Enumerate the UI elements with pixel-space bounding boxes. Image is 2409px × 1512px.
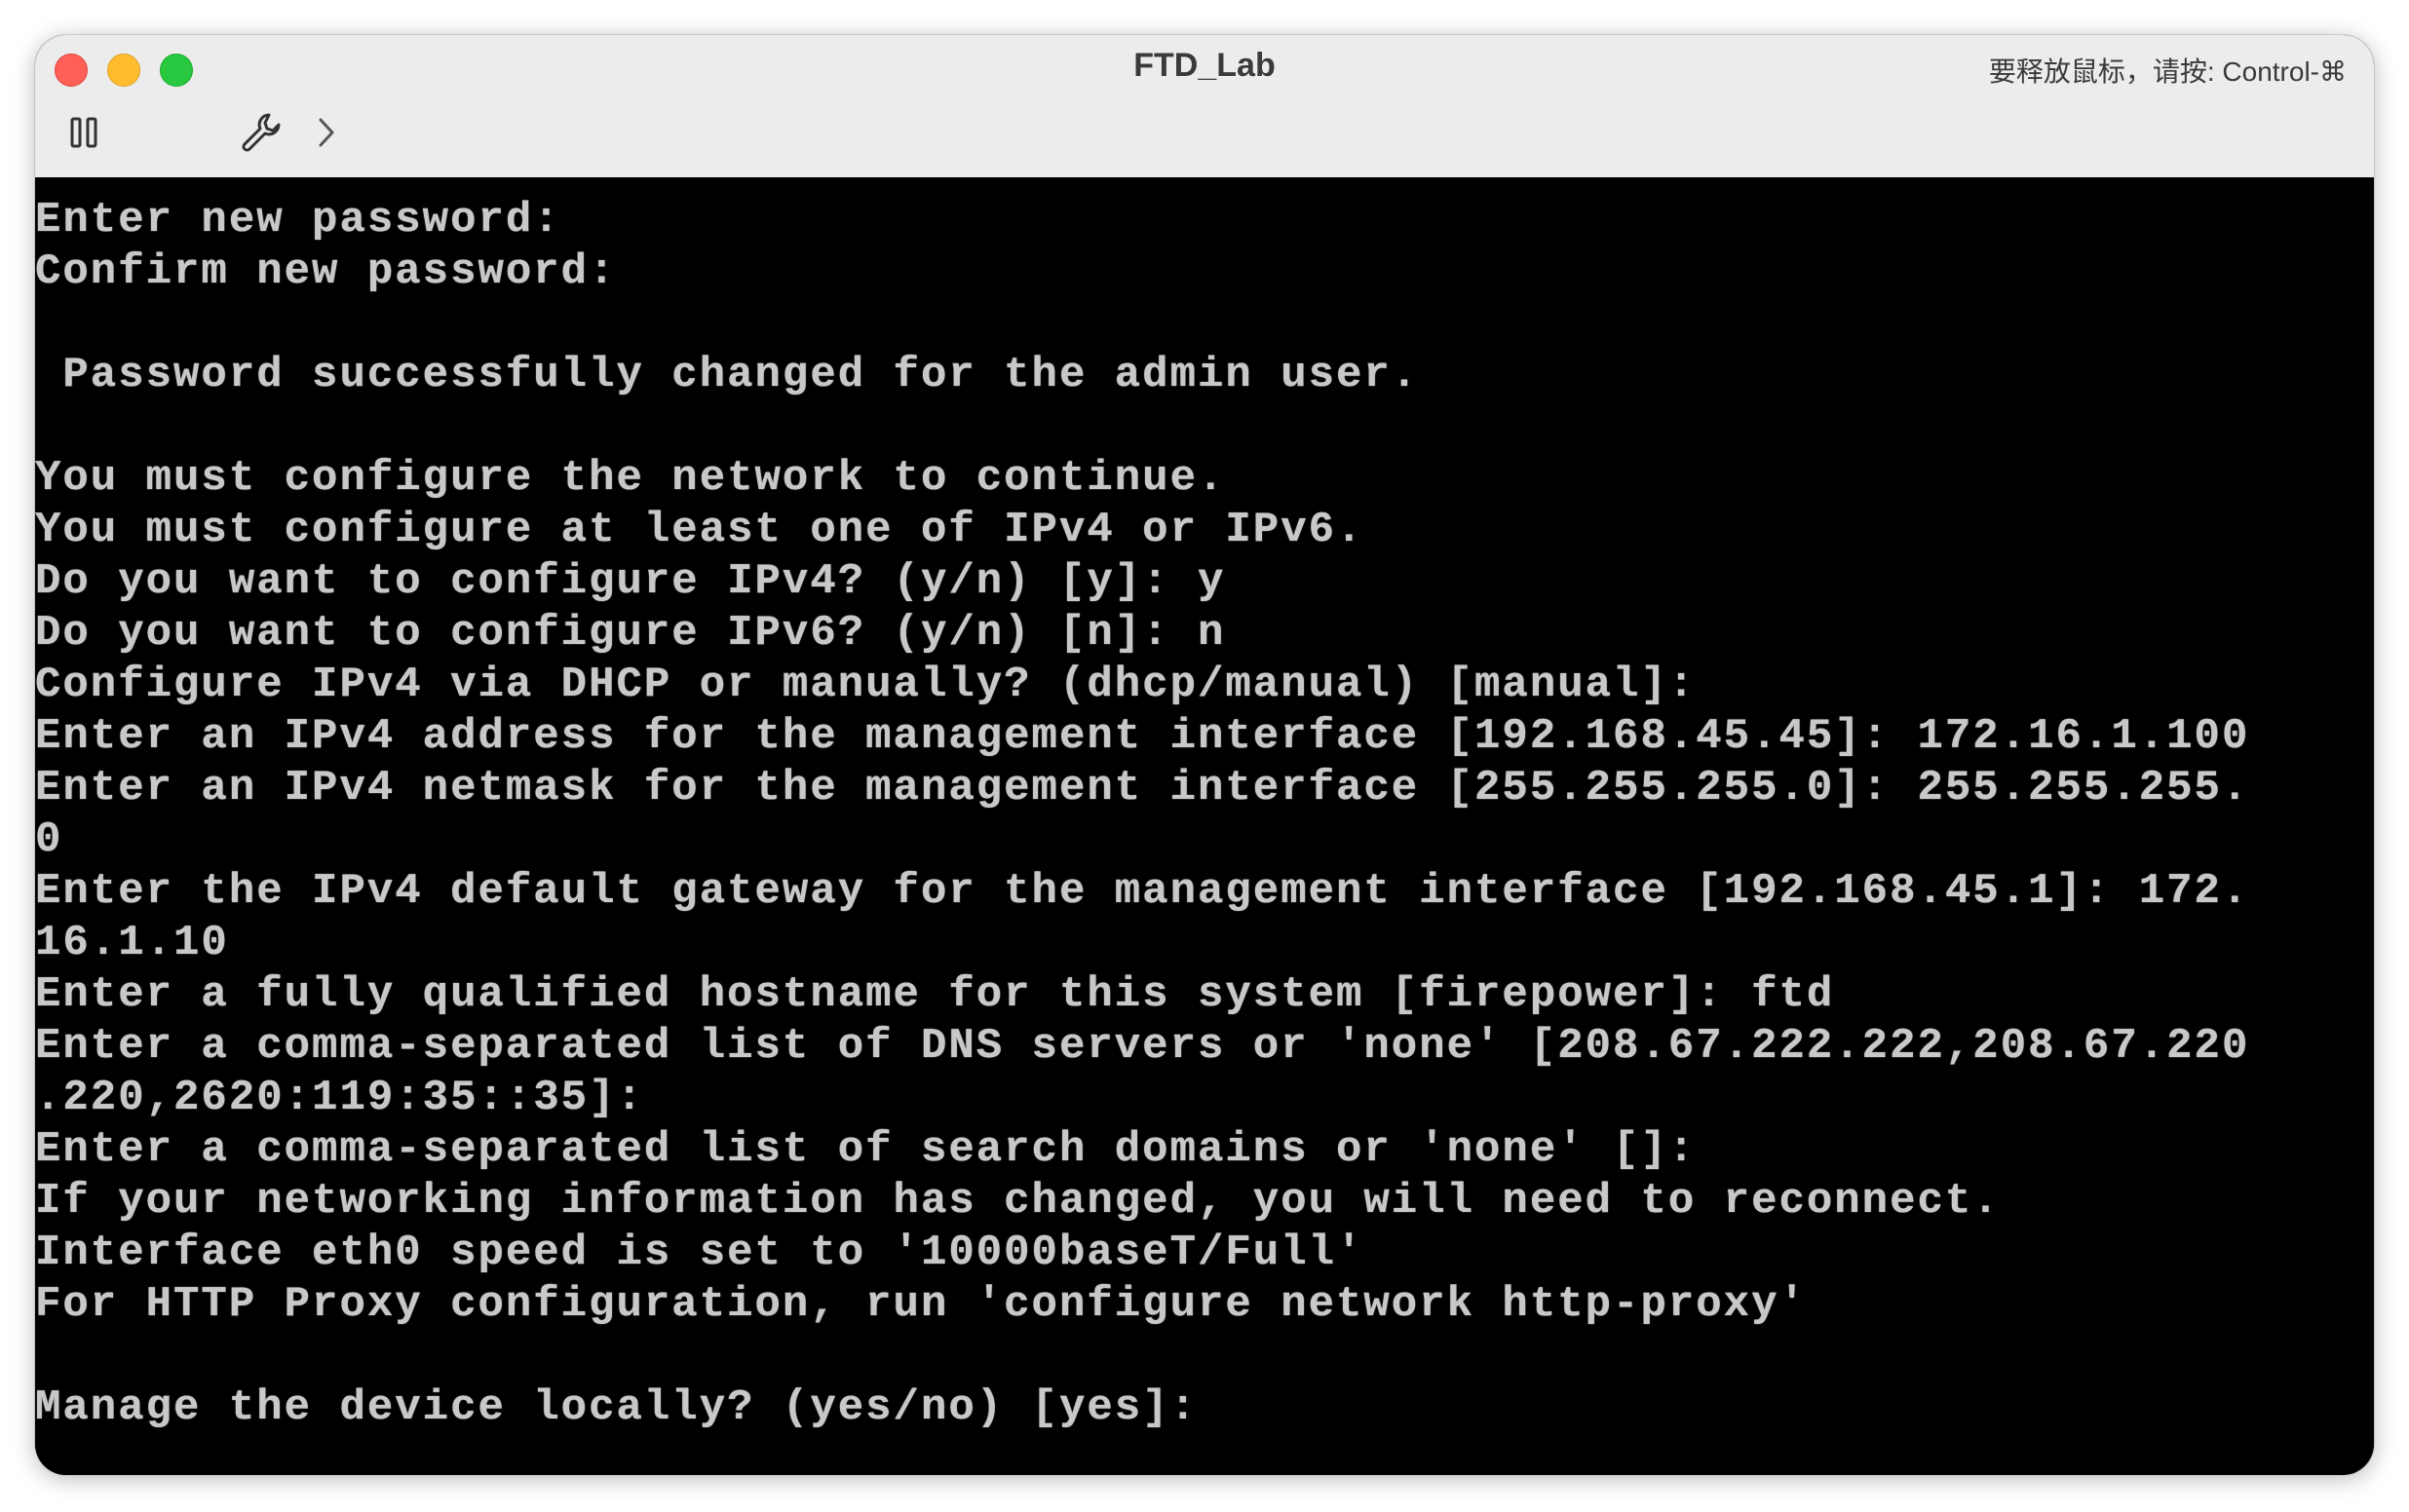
console-line: 16.1.10 [35,919,229,967]
console-line: Confirm new password: [35,247,617,296]
title-bar: FTD_Lab 要释放鼠标，请按: Control-⌘ [35,35,2374,178]
vm-window: FTD_Lab 要释放鼠标，请按: Control-⌘ Enter new pa… [35,35,2374,1475]
console-line: Enter a comma-separated list of DNS serv… [35,1022,2250,1071]
console-line: 0 [35,815,63,864]
console-line: You must configure at least one of IPv4 … [35,506,1364,554]
console-line: Do you want to configure IPv4? (y/n) [y]… [35,557,1226,606]
console-line: Enter an IPv4 netmask for the management… [35,764,2250,813]
console-line: You must configure the network to contin… [35,454,1226,503]
console-line: Password successfully changed for the ad… [35,351,1420,399]
console-line: Enter a fully qualified hostname for thi… [35,970,1835,1019]
console-line: For HTTP Proxy configuration, run 'confi… [35,1280,1807,1329]
chevron-right-icon[interactable] [312,113,341,152]
console-line: Configure IPv4 via DHCP or manually? (dh… [35,661,1697,709]
console-line: If your networking information has chang… [35,1177,2001,1226]
console-screen[interactable]: Enter new password: Confirm new password… [35,177,2374,1475]
console-line: Enter a comma-separated list of search d… [35,1125,1697,1174]
console-line: .220,2620:119:35::35]: [35,1074,644,1122]
wrench-icon[interactable] [238,109,285,156]
console-line: Enter the IPv4 default gateway for the m… [35,867,2250,916]
console-line: Do you want to configure IPv6? (y/n) [n]… [35,609,1226,658]
console-line: Enter an IPv4 address for the management… [35,712,2250,761]
release-mouse-hint: 要释放鼠标，请按: Control-⌘ [1988,57,2347,87]
console-line: Interface eth0 speed is set to '10000bas… [35,1228,1364,1277]
pause-icon[interactable] [64,113,103,152]
console-line: Enter new password: [35,196,561,245]
console-line: Manage the device locally? (yes/no) [yes… [35,1383,1198,1432]
